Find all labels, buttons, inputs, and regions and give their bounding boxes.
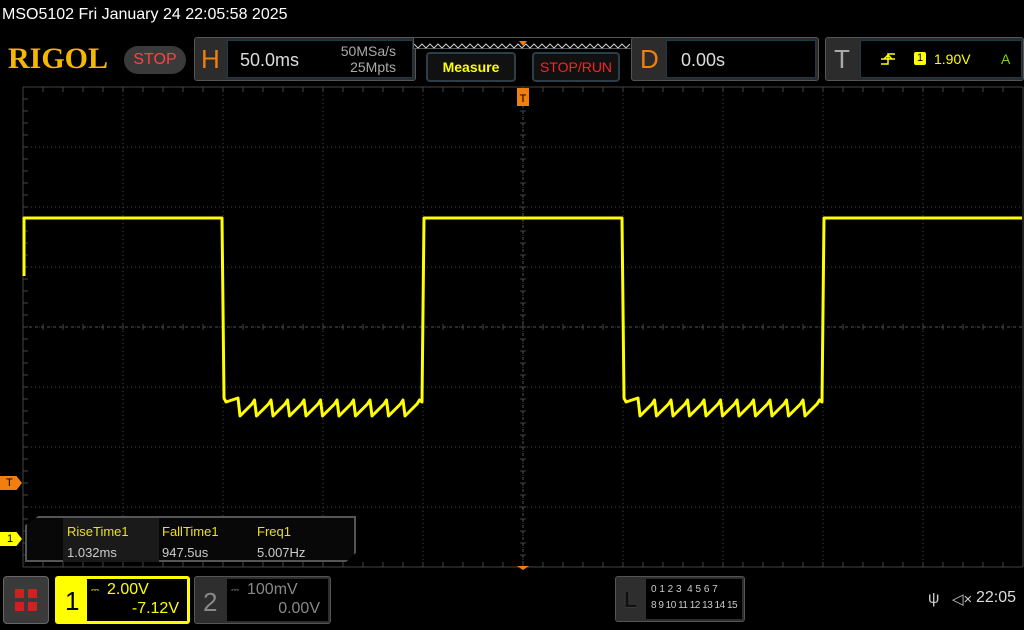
status-clock: 22:05 [976,589,1017,606]
channel1-number: 1 [65,586,80,616]
trigger-panel[interactable]: T 1 1.90V A [825,37,1024,81]
logic-channels-row1: 0 1 2 3 4 5 6 7 [651,584,718,595]
measurement-value: 5.007Hz [257,545,306,560]
delay-label: D [640,44,659,74]
measurement-name: RiseTime1 [67,524,129,539]
logic-analyzer-button[interactable]: L 0 1 2 3 4 5 6 7 8 9 10 11 12 13 14 15 [615,576,745,622]
channel1-button[interactable]: 1 ⎓ 2.00V -7.12V [55,576,190,624]
channel1-scale: 2.00V [107,581,149,598]
rigol-logo: RIGOL [8,42,109,75]
measurement-name: FallTime1 [162,524,219,539]
measurement-value: 947.5us [162,545,209,560]
channel2-offset: 0.00V [278,600,320,617]
trigger-position-marker: T [517,88,529,106]
memory-depth: 25Mpts [350,59,396,75]
svg-text:T: T [520,93,527,105]
graticule [22,86,1024,568]
memory-position-bar[interactable] [413,37,633,49]
run-state-badge: STOP [124,46,186,74]
trigger-source-badge: 1 [914,52,926,65]
horizontal-label: H [201,44,220,74]
measurement-item[interactable]: RiseTime1 1.032ms [67,524,129,560]
logic-label: L [624,587,638,612]
measurement-panel[interactable]: RiseTime1 1.032ms FallTime1 947.5us Freq1 5… [25,516,356,562]
horizontal-panel[interactable]: H 50.0ms 50MSa/s 25Mpts [194,37,416,81]
mute-icon[interactable]: ◁× [952,590,972,608]
channel2-scale: 100mV [247,581,298,598]
memory-waveform-icon [413,41,631,49]
trigger-label: T [834,44,850,74]
measurement-item[interactable]: Freq1 5.007Hz [257,524,305,560]
waveform-display[interactable]: T [0,86,1024,570]
timebase-value: 50.0ms [240,50,300,70]
bottom-trigger-marker [517,566,529,570]
trigger-level: 1.90V [934,51,971,67]
rising-edge-icon [881,53,895,65]
logic-channels-row2: 8 9 10 11 12 13 14 15 [651,600,738,611]
dc-coupling-icon: ⎓ [91,585,99,596]
dc-coupling-icon: ⎓ [231,585,239,596]
channel2-number: 2 [203,587,218,617]
grid-menu-icon [15,589,37,611]
stop-run-button[interactable]: STOP/RUN [532,52,620,82]
trigger-mode: A [1001,51,1011,67]
channel2-button[interactable]: 2 ⎓ 100mV 0.00V [194,576,331,624]
measurement-value: 1.032ms [67,545,117,560]
delay-panel[interactable]: D 0.00s [631,37,819,81]
menu-button[interactable] [3,576,49,624]
usb-icon: ψ [928,590,940,607]
measurement-item[interactable]: FallTime1 947.5us [162,524,219,560]
sample-rate: 50MSa/s [340,43,396,59]
window-title: MSO5102 Fri January 24 22:05:58 2025 [2,6,288,23]
measurement-name: Freq1 [257,524,291,539]
measure-button[interactable]: Measure [426,52,516,82]
delay-value: 0.00s [681,50,726,70]
channel1-offset: -7.12V [131,600,179,617]
